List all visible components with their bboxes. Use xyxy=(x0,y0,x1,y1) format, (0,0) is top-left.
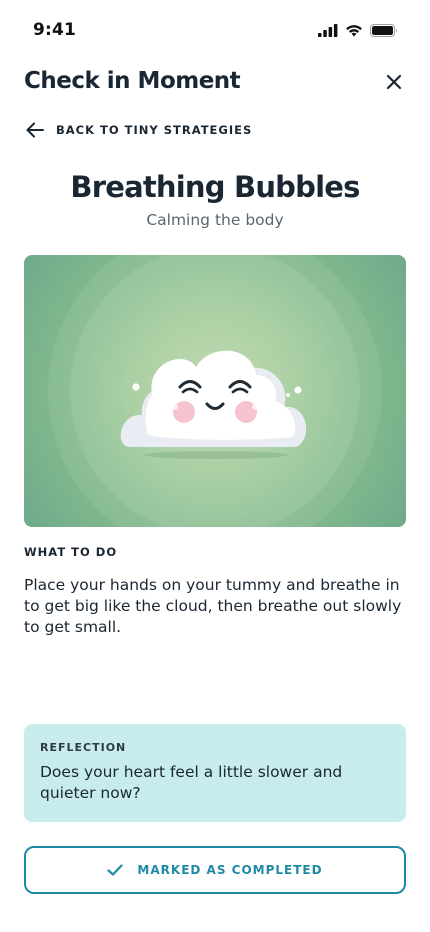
battery-icon xyxy=(370,24,397,37)
arrow-left-icon xyxy=(26,122,44,138)
page-title: Check in Moment xyxy=(24,68,241,94)
wifi-icon xyxy=(346,25,362,37)
back-to-strategies-link[interactable]: BACK TO TINY STRATEGIES xyxy=(26,122,252,138)
reflection-card: REFLECTION Does your heart feel a little… xyxy=(24,724,406,822)
reflection-label: REFLECTION xyxy=(40,741,127,754)
status-icons xyxy=(318,24,398,37)
back-link-label: BACK TO TINY STRATEGIES xyxy=(56,123,253,137)
reflection-text: Does your heart feel a little slower and… xyxy=(40,763,343,802)
checkmark-icon xyxy=(107,864,124,876)
status-time: 9:41 xyxy=(33,20,77,40)
cellular-signal-icon xyxy=(318,24,338,37)
completed-button-label: MARKED AS COMPLETED xyxy=(137,863,323,877)
close-icon xyxy=(386,74,402,90)
what-to-do-label: WHAT TO DO xyxy=(24,545,118,559)
instructions-text: Place your hands on your tummy and breat… xyxy=(24,576,402,636)
status-bar: 9:41 xyxy=(0,0,430,62)
close-button[interactable] xyxy=(382,70,406,94)
cloud-illustration xyxy=(24,255,406,527)
activity-subtitle: Calming the body xyxy=(146,211,284,229)
activity-title: Breathing Bubbles xyxy=(70,170,360,204)
marked-completed-button[interactable]: MARKED AS COMPLETED xyxy=(24,846,406,894)
screen: 9:41 Check in Moment BACK TO TINY STRATE… xyxy=(0,0,430,932)
